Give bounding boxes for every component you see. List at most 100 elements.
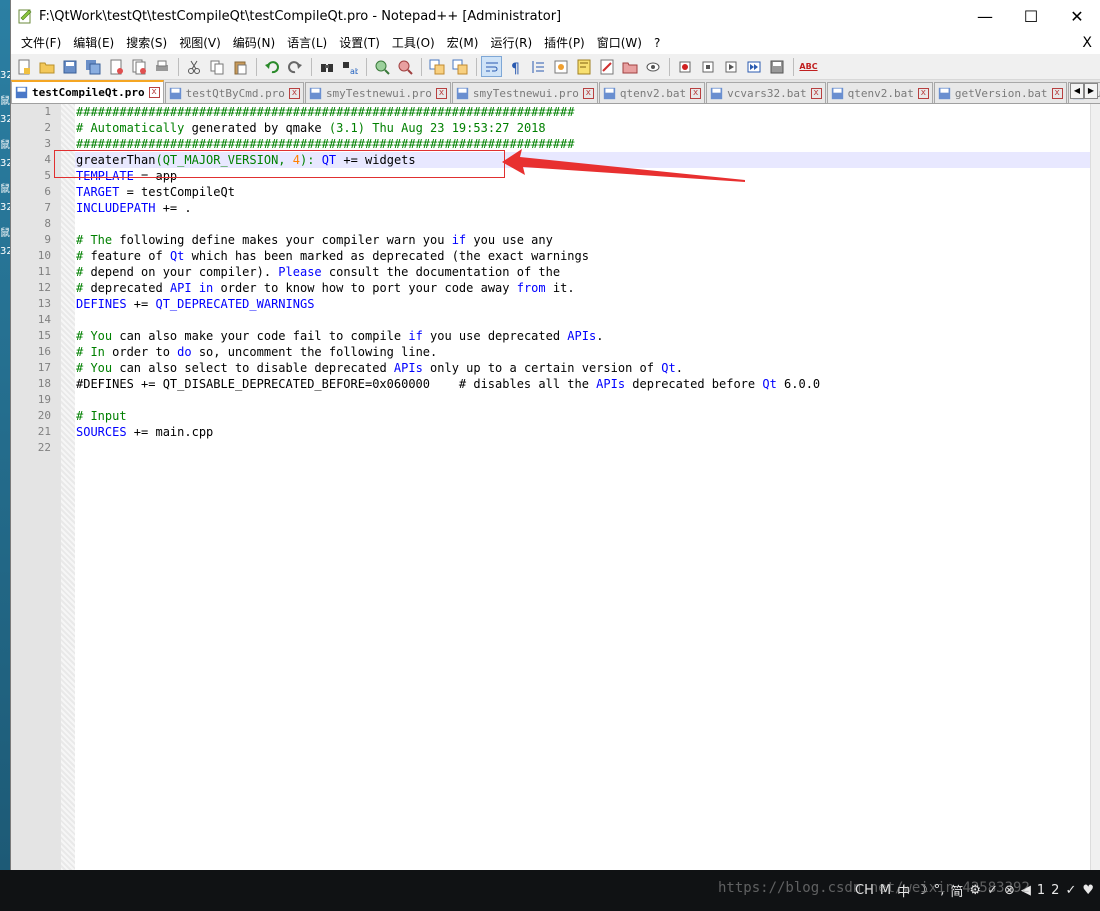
code-line[interactable]: 9 # The following define makes your compi… — [44, 232, 1091, 248]
function-list-button[interactable] — [596, 56, 617, 77]
code-line[interactable]: 11 # depend on your compiler). Please con… — [38, 264, 1091, 280]
close-button[interactable] — [105, 56, 126, 77]
menu-item-11[interactable]: 窗口(W) — [591, 32, 648, 54]
tab-1[interactable]: testQtByCmd.pro x — [164, 82, 304, 103]
udl-button[interactable] — [550, 56, 571, 77]
sync-h-button[interactable] — [449, 56, 470, 77]
tab-0[interactable]: testCompileQt.pro x — [11, 80, 164, 103]
code-line[interactable]: 17 # You can also select to disable depre… — [38, 360, 1091, 376]
menu-item-2[interactable]: 搜索(S) — [120, 32, 173, 54]
tab-close-icon[interactable]: x — [810, 87, 822, 99]
fold-margin[interactable] — [61, 104, 75, 870]
code-line[interactable]: 19 — [38, 392, 1091, 408]
menu-item-6[interactable]: 设置(T) — [333, 32, 386, 54]
desktop-icon-label: 32 — [0, 202, 10, 213]
tab-close-icon[interactable]: x — [582, 87, 594, 99]
new-file-button[interactable] — [13, 56, 34, 77]
tab-scroll-left-button[interactable]: ◀ — [1070, 83, 1084, 99]
tab-7[interactable]: getVersion.bat x — [933, 82, 1067, 103]
menu-item-0[interactable]: 文件(F) — [15, 32, 67, 54]
menu-item-7[interactable]: 工具(O) — [386, 32, 441, 54]
tab-scroll-right-button[interactable]: ▶ — [1084, 83, 1098, 99]
copy-button[interactable] — [206, 56, 227, 77]
undo-button[interactable] — [261, 56, 282, 77]
menu-item-3[interactable]: 视图(V) — [173, 32, 227, 54]
code-editor[interactable]: 1 #######################################… — [11, 104, 1091, 870]
save-all-button[interactable] — [82, 56, 103, 77]
menu-item-4[interactable]: 编码(N) — [227, 32, 281, 54]
word-wrap-button[interactable] — [481, 56, 502, 77]
run-macro-multiple-button[interactable] — [743, 56, 764, 77]
sync-v-button[interactable] — [426, 56, 447, 77]
monitor-button[interactable] — [642, 56, 663, 77]
zoom-in-button[interactable] — [371, 56, 392, 77]
tab-close-icon[interactable]: x — [288, 87, 300, 99]
menu-item-8[interactable]: 宏(M) — [441, 32, 485, 54]
code-line[interactable]: 16 # In order to do so, uncomment the fol… — [38, 344, 1091, 360]
save-macro-button[interactable] — [766, 56, 787, 77]
stop-macro-button[interactable] — [697, 56, 718, 77]
tray-icon-12[interactable]: ✓ — [1065, 883, 1076, 898]
save-state-icon — [15, 86, 28, 99]
menu-item-9[interactable]: 运行(R) — [484, 32, 538, 54]
tab-close-icon[interactable]: x — [917, 87, 929, 99]
tab-2[interactable]: smyTestnewui.pro x — [304, 82, 451, 103]
line-number: 16 — [37, 345, 51, 358]
code-line[interactable]: 14 — [38, 312, 1091, 328]
open-file-button[interactable] — [36, 56, 57, 77]
tray-icon-10[interactable]: 1 — [1037, 883, 1045, 898]
code-line[interactable]: 21 SOURCES += main.cpp — [38, 424, 1091, 440]
code-line[interactable]: 7 INCLUDEPATH += . — [44, 200, 1091, 216]
tab-close-icon[interactable]: x — [690, 87, 702, 99]
maximize-button[interactable]: ☐ — [1008, 0, 1054, 32]
print-button[interactable] — [151, 56, 172, 77]
code-line[interactable]: 20 # Input — [38, 408, 1091, 424]
record-macro-button[interactable] — [674, 56, 695, 77]
tray-icon-11[interactable]: 2 — [1051, 883, 1059, 898]
code-line[interactable]: 13 DEFINES += QT_DEPRECATED_WARNINGS — [38, 296, 1091, 312]
find-button[interactable] — [316, 56, 337, 77]
close-button[interactable]: ✕ — [1054, 0, 1100, 32]
code-line[interactable]: 22 — [38, 440, 1091, 456]
save-button[interactable] — [59, 56, 80, 77]
tab-close-icon[interactable]: x — [435, 87, 447, 99]
paste-button[interactable] — [229, 56, 250, 77]
redo-button[interactable] — [284, 56, 305, 77]
tab-4[interactable]: qtenv2.bat x — [598, 82, 706, 103]
replace-button[interactable]: ab — [339, 56, 360, 77]
code-line[interactable]: 10 # feature of Qt which has been marked … — [38, 248, 1091, 264]
tab-5[interactable]: vcvars32.bat x — [706, 82, 826, 103]
spellcheck-button[interactable]: ABC — [798, 56, 819, 77]
play-macro-button[interactable] — [720, 56, 741, 77]
minimize-button[interactable]: — — [962, 0, 1008, 32]
close-document-button[interactable]: X — [1082, 32, 1092, 54]
folder-workspace-button[interactable] — [619, 56, 640, 77]
indent-guide-button[interactable] — [527, 56, 548, 77]
menu-item-10[interactable]: 插件(P) — [538, 32, 591, 54]
code-line[interactable]: 12 # deprecated API in order to know how … — [38, 280, 1091, 296]
code-line[interactable]: 8 — [44, 216, 1091, 232]
close-all-button[interactable] — [128, 56, 149, 77]
menu-item-1[interactable]: 编辑(E) — [67, 32, 120, 54]
code-line[interactable]: 6 TARGET = testCompileQt — [44, 184, 1091, 200]
cut-button[interactable] — [183, 56, 204, 77]
tab-3[interactable]: smyTestnewui.pro x — [451, 82, 598, 103]
folder-workspace-icon — [622, 62, 637, 73]
annotation-arrow — [502, 149, 745, 182]
tab-6[interactable]: qtenv2.bat x — [826, 82, 933, 103]
code-line[interactable]: 18 #DEFINES += QT_DISABLE_DEPRECATED_BEFO… — [38, 376, 1091, 392]
doc-map-button[interactable] — [573, 56, 594, 77]
code-line[interactable]: 15 # You can also make your code fail to … — [38, 328, 1091, 344]
code-text: # In order to do so, uncomment the follo… — [75, 345, 437, 359]
tab-close-icon[interactable]: x — [1051, 87, 1063, 99]
show-all-chars-button[interactable]: ¶ — [504, 56, 525, 77]
menu-item-5[interactable]: 语言(L) — [281, 32, 333, 54]
tray-icon-13[interactable]: ♥ — [1082, 883, 1094, 898]
menu-item-12[interactable]: ? — [648, 32, 666, 54]
vertical-scrollbar[interactable] — [1090, 104, 1100, 870]
code-line[interactable]: 1 #######################################… — [44, 104, 1091, 120]
zoom-out-button[interactable] — [394, 56, 415, 77]
tab-close-icon[interactable]: x — [148, 87, 160, 98]
code-line[interactable]: 2 # Automatically generated by qmake (3.1… — [44, 120, 1091, 136]
